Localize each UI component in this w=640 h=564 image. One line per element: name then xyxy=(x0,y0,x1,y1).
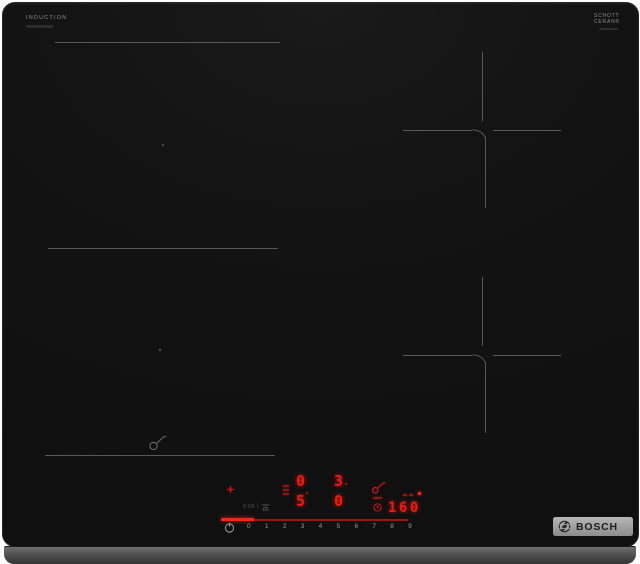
min-indicator xyxy=(403,494,407,496)
power-level-3[interactable]: 3 xyxy=(301,523,305,531)
power-level-scale: 0 · 1 · 2 · 3 · 4 · 5 · 6 · 7 · 8 · 9 xyxy=(247,523,412,531)
zone-cross-elbow xyxy=(472,354,487,364)
zone-power-display-bottom-right[interactable]: 0 xyxy=(334,494,343,509)
zone-power-display-bottom-left[interactable]: 5 xyxy=(296,494,305,509)
power-level-6[interactable]: 6 xyxy=(354,523,358,531)
induction-label: INDUCTION xyxy=(26,15,68,21)
wireless-indicator-icon xyxy=(226,485,235,494)
scale-separator: · xyxy=(292,524,295,531)
zone-cross-elbow xyxy=(472,129,487,139)
zone-cross-line xyxy=(403,355,472,356)
zone-cross-line xyxy=(493,355,561,356)
power-level-4[interactable]: 4 xyxy=(319,523,323,531)
zone-cross-line xyxy=(482,52,483,121)
timer-legend-label: 8:88 xyxy=(243,504,255,510)
timer-icon xyxy=(373,503,382,512)
power-level-2[interactable]: 2 xyxy=(283,523,287,531)
cooking-sensor-icon xyxy=(148,434,169,452)
front-trim-strip xyxy=(4,546,636,564)
zone-center-dot xyxy=(159,349,161,351)
zone-cross-line xyxy=(485,137,486,208)
zone-indicator-dot xyxy=(306,492,308,494)
zone-indicator-dot xyxy=(345,483,347,485)
assist-underline xyxy=(373,497,382,499)
scale-separator: · xyxy=(400,524,403,531)
bosch-badge: BOSCH xyxy=(553,517,633,536)
zone-cross-line xyxy=(482,277,483,346)
zone-cross-line xyxy=(493,130,561,131)
schott-subtext xyxy=(599,28,618,30)
scale-separator: · xyxy=(310,524,313,531)
timer-active-dot xyxy=(418,492,421,495)
power-level-8[interactable]: 8 xyxy=(390,523,394,531)
flexzone-middle-line xyxy=(48,248,278,249)
scale-separator: · xyxy=(346,524,349,531)
zone-center-dot xyxy=(162,144,164,146)
flexzone-top-line xyxy=(55,42,280,43)
power-slider-active-segment xyxy=(221,518,254,521)
scale-separator: · xyxy=(364,524,367,531)
power-level-7[interactable]: 7 xyxy=(372,523,376,531)
power-level-1[interactable]: 1 xyxy=(265,523,269,531)
bosch-emblem-icon xyxy=(558,520,571,533)
min-indicator xyxy=(409,494,413,496)
scale-separator: · xyxy=(274,524,277,531)
scale-separator: · xyxy=(328,524,331,531)
flexzone-bottom-line xyxy=(45,455,275,456)
scale-separator: · xyxy=(256,524,259,531)
menu-dash-icon xyxy=(283,485,289,487)
model-number-text xyxy=(26,25,53,28)
ceran-label: CERAN® xyxy=(594,19,620,25)
legend-divider: | xyxy=(257,503,259,509)
menu-dash-icon xyxy=(283,489,289,491)
bosch-logo-text: BOSCH xyxy=(576,520,618,533)
assisted-cooking-icon xyxy=(371,481,387,495)
power-level-0[interactable]: 0 xyxy=(247,523,251,531)
hob-glass-surface xyxy=(2,2,639,547)
power-icon[interactable] xyxy=(224,522,235,533)
zone-cross-line xyxy=(485,362,486,433)
zone-power-display-top-left[interactable]: 0 xyxy=(296,474,305,489)
product-photo: INDUCTION SCHOTT CERAN® 8:88 | 0 3 5 0 1… xyxy=(0,0,640,564)
zone-power-display-top-right[interactable]: 3 xyxy=(334,474,343,489)
timer-display[interactable]: 160 xyxy=(388,501,421,515)
power-level-9[interactable]: 9 xyxy=(408,523,412,531)
power-level-5[interactable]: 5 xyxy=(337,523,341,531)
scale-icon xyxy=(261,504,270,511)
zone-cross-line xyxy=(403,130,472,131)
scale-separator: · xyxy=(382,524,385,531)
menu-dash-icon xyxy=(283,493,289,495)
